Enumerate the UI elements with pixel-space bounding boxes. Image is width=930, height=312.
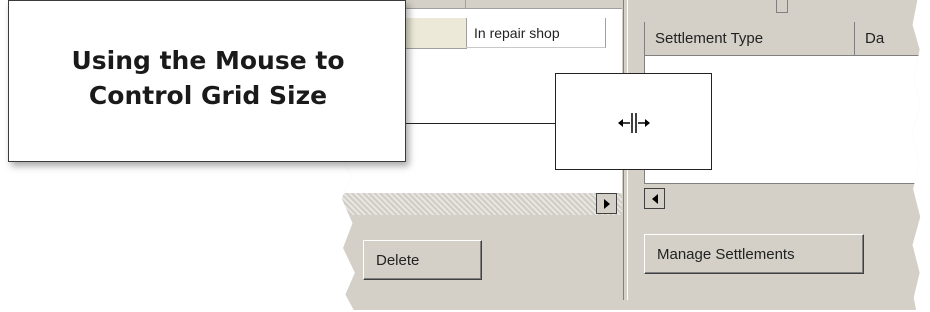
column-header-settlement-type[interactable]: Settlement Type xyxy=(645,22,855,56)
left-arrow-icon xyxy=(651,193,658,204)
right-arrow-icon xyxy=(603,198,610,209)
manage-settlements-button[interactable]: Manage Settlements xyxy=(644,234,864,274)
right-top-strip xyxy=(630,0,921,20)
callout-box: Using the Mouse to Control Grid Size xyxy=(8,0,406,162)
callout-leader-line xyxy=(406,123,556,124)
delete-button[interactable]: Delete xyxy=(363,240,482,280)
column-header-date[interactable]: Da xyxy=(855,22,921,56)
resize-cursor-icon xyxy=(618,113,650,133)
scroll-right-button[interactable] xyxy=(596,193,617,214)
grid-cell-status[interactable]: In repair shop xyxy=(466,18,606,48)
right-horizontal-scrollbar[interactable] xyxy=(644,183,921,217)
callout-line-2: Control Grid Size xyxy=(88,81,328,110)
callout-line-1: Using the Mouse to xyxy=(71,46,345,75)
left-horizontal-scrollbar[interactable] xyxy=(339,193,622,215)
scroll-left-button[interactable] xyxy=(644,188,665,209)
callout-title: Using the Mouse to Control Grid Size xyxy=(9,43,407,113)
